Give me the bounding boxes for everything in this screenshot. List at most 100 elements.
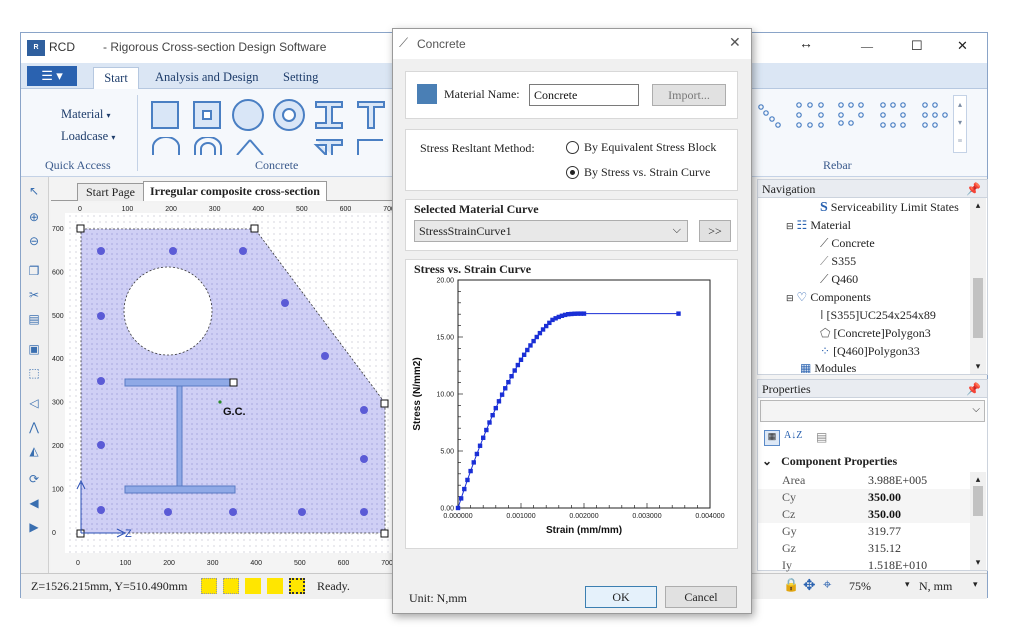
tree-item-serviceability[interactable]: S Serviceability Limit States [820,200,959,216]
ruler-x-tick-bottom: 100 [120,560,132,567]
move-left-icon[interactable]: ◀ [24,493,44,513]
curve-point [496,399,502,404]
ruler-x-tick-bottom: 300 [207,560,219,567]
tree-item-components[interactable]: ⊟ ♡ Components [786,290,871,305]
tree-item-material[interactable]: ⊟ ☷ Material [786,218,851,233]
material-dropdown[interactable]: Material ▾ [61,107,110,122]
paste-icon[interactable]: ▤ [24,309,44,329]
maximize-button[interactable]: ☐ [911,38,923,54]
tree-item-modules[interactable]: ▦ Modules [800,361,856,373]
lock-icon[interactable]: 🔒 [783,577,799,593]
property-value: 350.00 [868,507,901,521]
rectangle-shape-button[interactable] [151,101,179,129]
tab-setting[interactable]: Setting [283,67,318,89]
channel-shape-button[interactable] [355,137,385,155]
dialog-close-button[interactable]: ✕ [729,35,741,52]
property-row[interactable]: Gz 315.12 [758,540,971,557]
pointer-select-icon[interactable]: ↖ [24,181,44,201]
curve-select[interactable]: StressStrainCurve1 ⌵ [414,220,688,242]
tree-label: [Q460]Polygon33 [833,344,920,358]
app-menu-button[interactable]: ☰ ▾ [27,66,77,86]
pin-icon[interactable]: 📌 [966,380,981,398]
tab-analysis-and-design[interactable]: Analysis and Design [155,67,258,89]
mirror-icon[interactable]: ◁ [24,393,44,413]
import-button[interactable]: Import... [652,84,726,106]
property-row[interactable]: Area 3.988E+005 [758,472,971,489]
fit-view-icon[interactable]: ⌖ [823,576,831,594]
sort-az-icon[interactable]: A↓Z [784,430,802,441]
rotate-icon[interactable]: ⟳ [24,469,44,489]
rebar-gallery-scrollbar[interactable]: ▴ ▾ ≡ [953,95,967,153]
close-button[interactable]: ✕ [957,38,968,54]
doc-tab-irregular-section[interactable]: Irregular composite cross-section [143,181,327,201]
property-row[interactable]: Iy 1.518E+010 [758,557,971,572]
material-color-swatch[interactable] [417,84,437,104]
snap-grid-icon[interactable] [201,578,217,594]
zoom-level[interactable]: 75% [849,579,871,594]
snap-point-icon[interactable] [223,578,239,594]
array-icon[interactable]: ◭ [24,441,44,461]
tree-item-q460[interactable]: ⟋ Q460 [820,272,858,287]
curve-more-button[interactable]: >> [699,220,731,242]
categorized-icon[interactable]: ▦ [764,430,780,446]
tree-label: Q460 [831,272,859,286]
x-tick-label: 0.003000 [632,513,661,520]
ruler-x-tick-top: 300 [209,206,221,213]
polygon-icon: ⬠ [820,326,831,340]
navigation-scrollbar[interactable]: ▴ ▾ [970,198,986,374]
unit-dropdown-icon[interactable]: ▾ [973,579,978,590]
triangle-shape-button[interactable] [235,137,265,155]
hollow-rectangle-shape-button[interactable] [193,101,221,129]
section-title: Component Properties [781,454,898,468]
resize-icon[interactable]: ↔ [799,37,813,53]
circle-shape-button[interactable] [232,99,264,131]
tee-shape-button[interactable] [313,137,345,155]
material-name-input[interactable] [529,84,639,106]
snap-edge-icon[interactable] [245,578,261,594]
property-section-header[interactable]: ⌄ Component Properties [762,454,897,469]
collapse-icon[interactable]: ⊟ [786,293,794,303]
property-row[interactable]: Cy 350.00 [758,489,971,506]
rebar-patterns-gallery[interactable] [755,97,951,137]
duplicate-icon[interactable]: ▣ [24,339,44,359]
cancel-button[interactable]: Cancel [665,586,737,608]
zoom-out-icon[interactable]: ⊖ [24,231,44,251]
zoom-dropdown-icon[interactable]: ▾ [905,579,910,590]
arch-shape-button[interactable] [151,137,181,155]
tab-start[interactable]: Start [93,67,139,89]
property-row[interactable]: Gy 319.77 [758,523,971,540]
pan-icon[interactable]: ✥ [803,576,816,595]
cut-icon[interactable]: ✂ [24,285,44,305]
tree-item-uc254[interactable]: Ⅰ [S355]UC254x254x89 [820,308,936,323]
hollow-circle-shape-button[interactable] [273,99,305,131]
loadcase-dropdown[interactable]: Loadcase ▾ [61,129,115,144]
property-row[interactable]: Cz 350.00 [758,506,971,523]
zoom-in-icon[interactable]: ⊕ [24,207,44,227]
flip-icon[interactable]: ⋀ [24,417,44,437]
drawing-canvas[interactable]: Z G.C. 0 100 200 300 400 500 600 700 0 100 200 300 4… [51,203,421,571]
snap-center-icon[interactable] [289,578,305,594]
properties-object-select[interactable]: ⌵ [760,400,985,422]
snap-corner-icon[interactable] [267,578,283,594]
curve-point [506,379,511,385]
copy-icon[interactable]: ❐ [24,261,44,281]
collapse-icon[interactable]: ⊟ [786,221,794,231]
t-section-shape-button[interactable] [355,99,387,131]
unit-selector[interactable]: N, mm [919,579,952,594]
select-region-icon[interactable]: ⬚ [24,363,44,383]
ok-button[interactable]: OK [585,586,657,608]
properties-scrollbar[interactable]: ▴ ▾ [970,472,986,570]
minimize-button[interactable]: — [861,39,873,54]
curve-point [521,352,527,357]
property-pages-icon[interactable]: ▤ [816,430,827,445]
i-section-shape-button[interactable] [313,99,345,131]
tree-item-polygon33[interactable]: ⁘ [Q460]Polygon33 [820,344,920,359]
move-right-icon[interactable]: ▶ [24,517,44,537]
tree-item-concrete[interactable]: ⟋ Concrete [820,236,875,251]
tree-item-polygon3[interactable]: ⬠ [Concrete]Polygon3 [820,326,931,341]
ruler-y-tick: 700 [52,226,64,233]
pin-icon[interactable]: 📌 [966,180,981,198]
tree-item-s355[interactable]: ⟋ S355 [820,254,856,269]
double-arch-shape-button[interactable] [193,137,223,155]
doc-tab-start-page[interactable]: Start Page [77,183,144,201]
